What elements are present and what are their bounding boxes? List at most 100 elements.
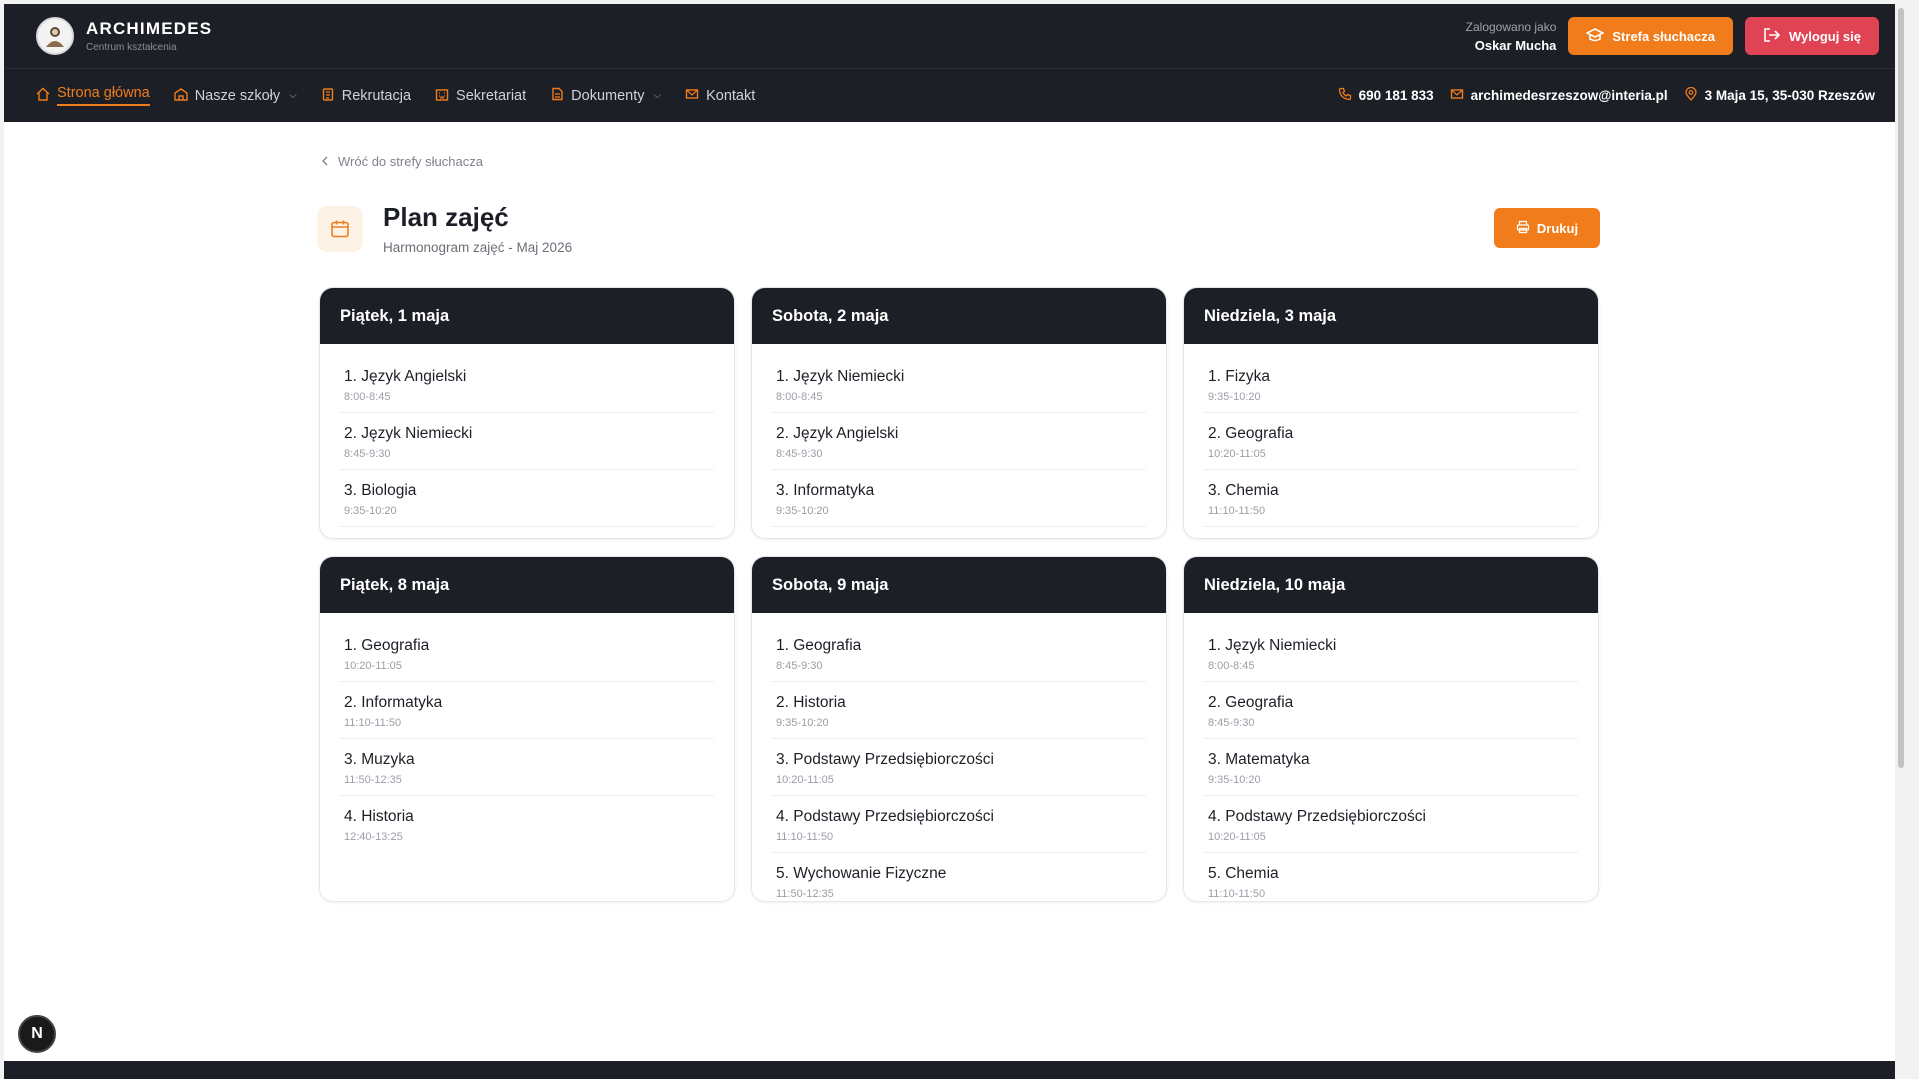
user-name: Oskar Mucha xyxy=(1474,37,1557,53)
nav-item-secretariat[interactable]: Sekretariat xyxy=(435,69,526,123)
contact-phone[interactable]: 690 181 833 xyxy=(1338,87,1434,104)
print-button[interactable]: Drukuj xyxy=(1494,208,1600,248)
lesson-item: 4. Historia 12:40-13:25 xyxy=(340,796,714,853)
lesson-time: 8:45-9:30 xyxy=(776,660,823,672)
lesson-item: 1. Język Angielski 8:00-8:45 xyxy=(340,356,714,413)
lesson-item: 3. Podstawy Przedsiębiorczości 10:20-11:0… xyxy=(772,739,1146,796)
lesson-time: 11:50-12:35 xyxy=(344,774,402,786)
lesson-title: 4. Podstawy Przedsiębiorczości xyxy=(1208,808,1426,825)
nav-item-schools[interactable]: Nasze szkoły ⌵ xyxy=(174,69,297,123)
user-info: Zalogowano jako Oskar Mucha xyxy=(1466,20,1557,53)
contact-email[interactable]: archimedesrzeszow@interia.pl xyxy=(1450,87,1668,104)
lesson-title: 1. Geografia xyxy=(776,637,862,654)
lesson-list: 1. Język Angielski 8:00-8:45 2. Język Niem… xyxy=(320,344,734,538)
nav-item-documents[interactable]: Dokumenty ⌵ xyxy=(550,69,661,123)
lesson-title: 2. Geografia xyxy=(1208,425,1294,442)
lesson-item: 2. Język Niemiecki 8:45-9:30 xyxy=(340,413,714,470)
student-zone-button[interactable]: Strefa słuchacza xyxy=(1568,17,1733,55)
day-card: Niedziela, 10 maja 1. Język Niemiecki 8:00… xyxy=(1183,556,1599,902)
browser-window: ARCHIMEDES Centrum kształcenia Zalogowan… xyxy=(4,4,1907,1079)
lesson-list: 1. Język Niemiecki 8:00-8:45 2. Geografia 8… xyxy=(1184,613,1598,901)
day-card: Sobota, 2 maja 1. Język Niemiecki 8:00-8:4… xyxy=(751,287,1167,539)
lesson-item: 5. Chemia 11:10-11:50 xyxy=(1204,853,1578,901)
lesson-title: 1. Język Niemiecki xyxy=(1208,637,1337,654)
brand-subtitle: Centrum kształcenia xyxy=(86,42,177,53)
contact-address[interactable]: 3 Maja 15, 35-030 Rzeszów xyxy=(1684,86,1875,104)
lesson-item: 2. Język Angielski 8:45-9:30 xyxy=(772,413,1146,470)
lesson-title: 3. Muzyka xyxy=(344,751,415,768)
nav-label: Strona główna xyxy=(57,85,150,106)
lesson-title: 3. Matematyka xyxy=(1208,751,1310,768)
scrollbar-thumb[interactable] xyxy=(1898,8,1904,768)
dev-tools-badge[interactable]: N xyxy=(18,1015,56,1053)
lesson-time: 11:10-11:50 xyxy=(344,717,402,729)
lesson-title: 3. Informatyka xyxy=(776,482,875,499)
lesson-time: 9:35-10:20 xyxy=(1208,774,1261,786)
lesson-title: 1. Geografia xyxy=(344,637,430,654)
nav-label: Nasze szkoły xyxy=(194,87,281,104)
phone-icon xyxy=(1338,87,1352,104)
lesson-title: 4. Podstawy Przedsiębiorczości xyxy=(776,808,994,825)
chevron-left-icon xyxy=(321,154,329,169)
lesson-item: 3. Chemia 11:10-11:50 xyxy=(1204,470,1578,527)
lesson-list: 1. Geografia 10:20-11:05 2. Informatyka 11:… xyxy=(320,613,734,853)
page-header: Plan zajęć Harmonogram zajęć - Maj 2026 … xyxy=(315,202,1600,256)
back-link-label: Wróć do strefy słuchacza xyxy=(338,154,483,169)
day-title: Sobota, 2 maja xyxy=(752,288,1166,344)
logged-in-label: Zalogowano jako xyxy=(1465,19,1557,34)
back-link[interactable]: Wróć do strefy słuchacza xyxy=(321,154,483,169)
logo-icon[interactable] xyxy=(36,17,74,55)
nav-item-recruitment[interactable]: Rekrutacja xyxy=(321,69,411,123)
lesson-title: 2. Język Angielski xyxy=(776,425,899,442)
lesson-title: 4. Historia xyxy=(344,808,414,825)
lesson-item: 1. Geografia 10:20-11:05 xyxy=(340,625,714,682)
lesson-item: 4. Język Niemiecki10:20-11:05 xyxy=(340,527,714,538)
day-title: Piątek, 8 maja xyxy=(320,557,734,613)
nav-item-contact[interactable]: Kontakt xyxy=(685,69,755,123)
scrollbar[interactable] xyxy=(1895,4,1907,1079)
day-title: Niedziela, 10 maja xyxy=(1184,557,1598,613)
footer-bar xyxy=(4,1061,1907,1079)
lesson-title: 5. Chemia xyxy=(1208,865,1279,882)
lesson-item: 3. Informatyka 9:35-10:20 xyxy=(772,470,1146,527)
lesson-item: 5. Wychowanie Fizyczne 11:50-12:35 xyxy=(772,853,1146,901)
lesson-title: 1. Fizyka xyxy=(1208,368,1271,385)
lesson-title: 2. Geografia xyxy=(1208,694,1294,711)
lesson-item: 4. Podstawy Przedsiębiorczości 10:20-11:0… xyxy=(1204,796,1578,853)
lesson-item: 1. Geografia 8:45-9:30 xyxy=(772,625,1146,682)
top-bar: ARCHIMEDES Centrum kształcenia Zalogowan… xyxy=(4,4,1907,68)
lesson-item: 2. Geografia 8:45-9:30 xyxy=(1204,682,1578,739)
lesson-time: 11:10-11:50 xyxy=(1208,505,1266,517)
email-text: archimedesrzeszow@interia.pl xyxy=(1470,88,1668,103)
lesson-item: 4. Biologia11:50-12:35 xyxy=(1204,527,1578,538)
lesson-time: 10:20-11:05 xyxy=(1208,831,1266,843)
lesson-title: 3. Chemia xyxy=(1208,482,1279,499)
brand-title: ARCHIMEDES xyxy=(86,19,213,38)
nav-label: Dokumenty xyxy=(571,87,645,104)
lesson-time: 8:00-8:45 xyxy=(344,391,391,403)
logout-label: Wyloguj się xyxy=(1789,28,1861,44)
lesson-time: 8:00-8:45 xyxy=(776,391,823,403)
lesson-item: 2. Informatyka 11:10-11:50 xyxy=(340,682,714,739)
lesson-item: 2. Historia 9:35-10:20 xyxy=(772,682,1146,739)
logout-icon xyxy=(1763,27,1781,46)
nav-label: Rekrutacja xyxy=(341,87,412,104)
nav-item-home[interactable]: Strona główna xyxy=(36,69,150,123)
lesson-item: 1. Język Niemiecki 8:00-8:45 xyxy=(1204,625,1578,682)
day-card: Sobota, 9 maja 1. Geografia 8:45-9:30 2. Hi… xyxy=(751,556,1167,902)
mail-icon xyxy=(1450,87,1464,104)
logout-button[interactable]: Wyloguj się xyxy=(1745,17,1879,55)
building-icon xyxy=(435,87,449,105)
day-title: Sobota, 9 maja xyxy=(752,557,1166,613)
day-card: Niedziela, 3 maja 1. Fizyka 9:35-10:20 2. G… xyxy=(1183,287,1599,539)
lesson-time: 10:20-11:05 xyxy=(776,774,834,786)
day-card: Piątek, 8 maja 1. Geografia 10:20-11:05 2. … xyxy=(319,556,735,902)
brand[interactable]: ARCHIMEDES Centrum kształcenia xyxy=(86,19,212,53)
day-title: Niedziela, 3 maja xyxy=(1184,288,1598,344)
mail-icon xyxy=(685,87,699,105)
lesson-title: 1. Język Niemiecki xyxy=(776,368,905,385)
lesson-item: 2. Geografia 10:20-11:05 xyxy=(1204,413,1578,470)
schedule-grid: Piątek, 1 maja 1. Język Angielski 8:00-8:4… xyxy=(319,287,1600,902)
lesson-time: 10:20-11:05 xyxy=(1208,448,1266,460)
lesson-item: 1. Fizyka 9:35-10:20 xyxy=(1204,356,1578,413)
